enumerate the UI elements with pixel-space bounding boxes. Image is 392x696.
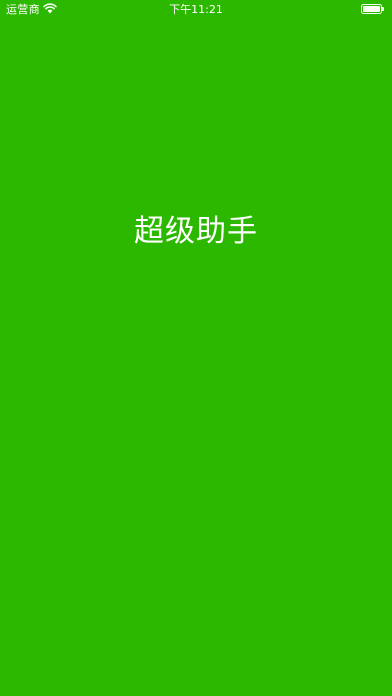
battery-icon: [361, 4, 385, 15]
battery-tip: [382, 7, 384, 11]
battery-outline: [361, 4, 382, 14]
battery-level-fill: [363, 6, 380, 12]
status-time: 下午11:21: [169, 3, 223, 16]
status-bar: 运营商 下午11:21: [0, 0, 392, 20]
splash-title: 超级助手: [134, 214, 258, 249]
